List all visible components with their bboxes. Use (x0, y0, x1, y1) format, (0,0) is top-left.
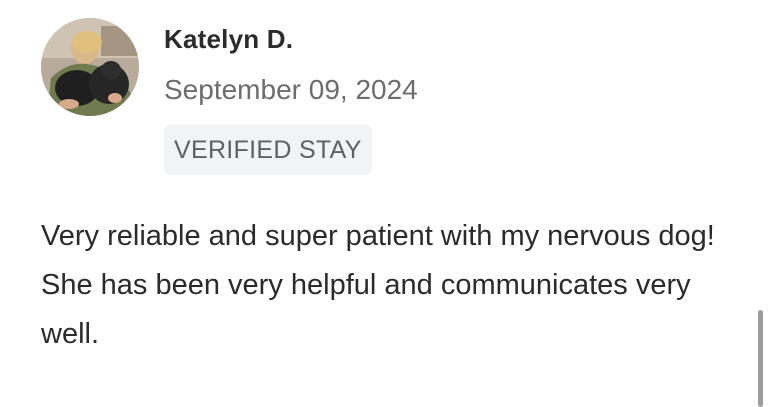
reviewer-name: Katelyn D. (164, 24, 294, 54)
scrollbar[interactable] (758, 310, 763, 407)
review-date: September 09, 2024 (164, 74, 418, 105)
avatar[interactable] (41, 18, 139, 116)
verified-stay-badge: VERIFIED STAY (164, 125, 372, 175)
reviewer-photo-icon (41, 18, 139, 116)
review-text: Very reliable and super patient with my … (41, 220, 715, 350)
review-card: Katelyn D. September 09, 2024 VERIFIED S… (0, 0, 768, 407)
